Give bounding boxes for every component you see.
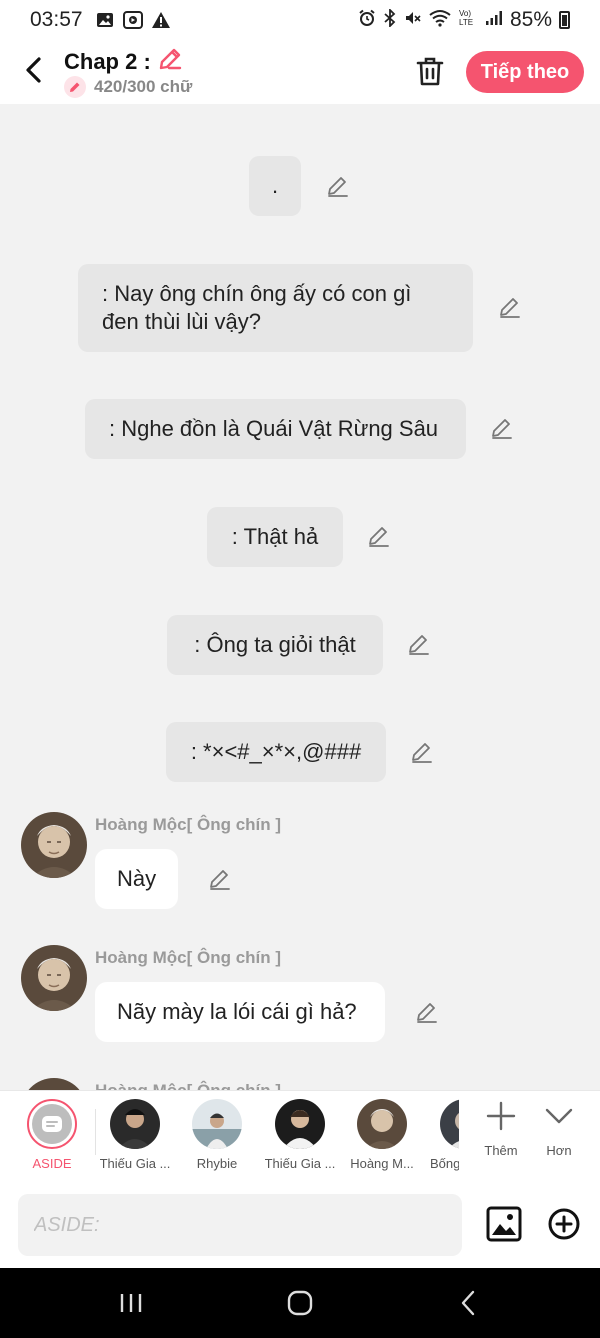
character-item[interactable]: Rhybie: [177, 1099, 257, 1171]
battery-icon: [559, 11, 570, 29]
battery-percent: 85%: [509, 8, 552, 31]
old-man-portrait: [21, 812, 87, 878]
edit-message-icon[interactable]: [407, 632, 431, 656]
aside-avatar: [27, 1099, 77, 1149]
status-bar: 03:57 Vo) LTE 85%: [0, 0, 600, 40]
sdk-icon: [122, 10, 143, 30]
character-name: Thiếu Gia ...: [99, 1156, 171, 1171]
word-count-icon: [64, 76, 86, 98]
character-aside[interactable]: ASIDE: [12, 1099, 92, 1171]
character-item[interactable]: Bống: [415, 1099, 459, 1171]
character-name: ASIDE: [32, 1156, 72, 1171]
alarm-icon: [358, 9, 376, 31]
old-man-portrait: [21, 945, 87, 1011]
speaker-name: Hoàng Mộc[ Ông chín ]: [95, 948, 282, 967]
avatar: [275, 1099, 325, 1149]
narration-bubble[interactable]: : Thật hả: [207, 507, 343, 567]
system-back-button[interactable]: [448, 1288, 488, 1318]
edit-message-icon[interactable]: [410, 740, 434, 764]
dialogue-bubble[interactable]: Này: [95, 849, 178, 909]
word-count: 420/300 chữ: [94, 77, 193, 96]
delete-button[interactable]: [414, 54, 446, 88]
old-man-portrait: [21, 1078, 87, 1090]
recent-apps-button[interactable]: [111, 1288, 151, 1318]
trash-icon: [416, 57, 444, 86]
recents-icon: [120, 1294, 142, 1312]
edit-message-icon[interactable]: [415, 1000, 439, 1024]
character-name: Thiếu Gia ...: [264, 1156, 336, 1171]
avatar: [110, 1099, 160, 1149]
edit-message-icon[interactable]: [367, 524, 391, 548]
home-icon: [287, 1290, 313, 1316]
edit-message-icon[interactable]: [490, 416, 514, 440]
speaker-name: Hoàng Mộc[ Ông chín ]: [95, 1081, 281, 1090]
narration-bubble[interactable]: : Nay ông chín ông ấy có con gì đen thùi…: [78, 264, 473, 352]
chevron-down-icon: [545, 1108, 573, 1124]
avatar[interactable]: [21, 1078, 87, 1090]
add-label: Thêm: [484, 1143, 518, 1158]
dialogue-bubble[interactable]: Nãy mày la lói cái gì hả?: [95, 982, 385, 1042]
character-name: Bống: [430, 1156, 459, 1171]
avatar: [192, 1099, 242, 1149]
avatar[interactable]: [21, 945, 87, 1011]
chat-area[interactable]: . : Nay ông chín ông ấy có con gì đen th…: [0, 104, 600, 1090]
edit-message-icon[interactable]: [208, 867, 232, 891]
next-button[interactable]: Tiếp theo: [466, 51, 584, 93]
signal-icon: [485, 10, 503, 30]
character-name: Rhybie: [196, 1156, 238, 1171]
svg-text:LTE: LTE: [459, 18, 473, 27]
add-button[interactable]: [548, 1208, 580, 1240]
narration-bubble[interactable]: : Ông ta giỏi thật: [167, 615, 383, 675]
editor-header: Chap 2 : 420/300 chữ Tiếp theo: [0, 40, 600, 104]
back-button[interactable]: [20, 54, 46, 86]
edit-message-icon[interactable]: [498, 295, 522, 319]
volte-icon: Vo) LTE: [458, 8, 478, 32]
add-character-button[interactable]: Thêm: [471, 1101, 531, 1158]
warning-icon: [151, 10, 171, 30]
composer: [0, 1186, 600, 1268]
plus-icon: [486, 1101, 516, 1131]
avatar: [357, 1099, 407, 1149]
edit-message-icon[interactable]: [326, 174, 350, 198]
avatar[interactable]: [21, 812, 87, 878]
character-bar: ASIDE Thiếu Gia ... Rhybie Thiếu Gia ...…: [0, 1090, 600, 1186]
chapter-title: Chap 2 :: [64, 48, 151, 74]
pencil-icon: [159, 48, 181, 70]
mute-icon: [404, 9, 422, 31]
narration-bubble[interactable]: .: [249, 156, 301, 216]
status-time: 03:57: [30, 8, 83, 31]
character-item[interactable]: Thiếu Gia ...: [260, 1099, 340, 1171]
bluetooth-icon: [383, 7, 397, 31]
character-name: Hoàng M...: [350, 1156, 414, 1171]
more-button[interactable]: Hơn: [529, 1101, 589, 1158]
insert-image-button[interactable]: [486, 1206, 522, 1242]
system-nav-bar: [0, 1268, 600, 1338]
image-icon: [486, 1206, 522, 1242]
plus-circle-icon: [548, 1208, 580, 1240]
edit-title-button[interactable]: [157, 46, 183, 77]
chat-bubble-icon: [42, 1116, 62, 1132]
narration-bubble[interactable]: : Nghe đồn là Quái Vật Rừng Sâu: [85, 399, 466, 459]
more-label: Hơn: [546, 1143, 572, 1158]
home-button[interactable]: [280, 1288, 320, 1318]
character-item[interactable]: Thiếu Gia ...: [95, 1099, 175, 1171]
wifi-icon: [429, 9, 451, 31]
gallery-icon: [95, 10, 115, 30]
narration-bubble[interactable]: : *×<#_×*×,@###: [166, 722, 386, 782]
chevron-left-icon: [26, 57, 41, 83]
speaker-name: Hoàng Mộc[ Ông chín ]: [95, 815, 282, 834]
back-icon: [461, 1290, 475, 1316]
message-input[interactable]: [18, 1194, 462, 1256]
svg-text:Vo): Vo): [459, 9, 471, 18]
character-item[interactable]: Hoàng M...: [342, 1099, 422, 1171]
avatar: [440, 1099, 459, 1149]
